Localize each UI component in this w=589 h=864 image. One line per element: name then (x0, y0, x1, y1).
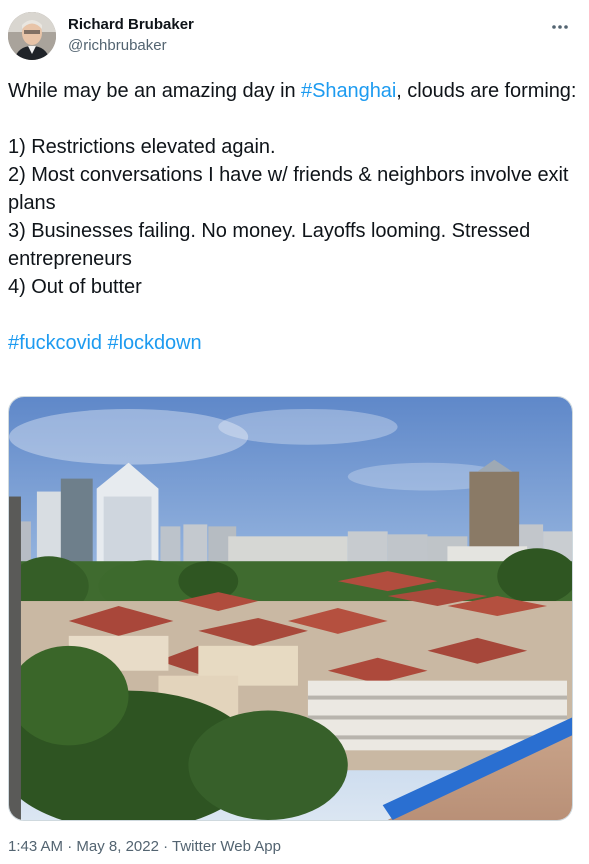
author-handle[interactable]: @richbrubaker (68, 36, 167, 56)
tweet-source[interactable]: Twitter Web App (172, 838, 281, 855)
tweet-date[interactable]: May 8, 2022 (76, 838, 159, 855)
list-item-3: 3) Businesses failing. No money. Layoffs… (8, 220, 531, 270)
list-item-1: 1) Restrictions elevated again. (8, 136, 276, 158)
intro-prefix: While may be an amazing day in (8, 80, 302, 102)
intro-suffix: , clouds are forming: (396, 80, 577, 102)
hashtag-fuckcovid[interactable]: #fuckcovid (8, 332, 102, 354)
tweet-intro: While may be an amazing day in #Shanghai… (8, 77, 583, 105)
list-item-2: 2) Most conversations I have w/ friends … (8, 164, 569, 214)
author-name[interactable]: Richard Brubaker (68, 15, 194, 35)
hashtags-line: #fuckcovid #lockdown (8, 329, 583, 357)
more-horizontal-icon[interactable] (547, 14, 573, 40)
shanghai-skyline-photo (9, 397, 572, 820)
avatar[interactable] (8, 12, 56, 60)
list-item-4: 4) Out of butter (8, 276, 142, 298)
hashtag-lockdown[interactable]: #lockdown (108, 332, 202, 354)
hashtag-shanghai[interactable]: #Shanghai (301, 80, 396, 102)
tweet-time[interactable]: 1:43 AM (8, 838, 63, 855)
meta-separator-1: · (63, 838, 77, 855)
tweet-metadata: 1:43 AM · May 8, 2022 · Twitter Web App (8, 837, 281, 857)
tweet-photo[interactable] (8, 396, 573, 821)
tweet-header: Richard Brubaker @richbrubaker (0, 0, 589, 70)
tweet-text: While may be an amazing day in #Shanghai… (8, 77, 583, 357)
meta-separator-2: · (158, 838, 173, 855)
